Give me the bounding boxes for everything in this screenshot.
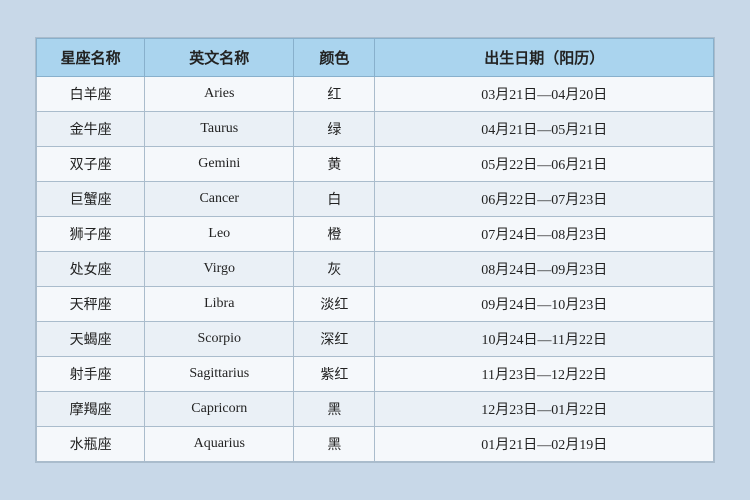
cell-chinese: 天秤座	[37, 287, 145, 322]
table-header-row: 星座名称 英文名称 颜色 出生日期（阳历）	[37, 39, 714, 77]
cell-date: 10月24日—11月22日	[375, 322, 714, 357]
table-row: 处女座Virgo灰08月24日—09月23日	[37, 252, 714, 287]
cell-english: Scorpio	[145, 322, 294, 357]
table-row: 双子座Gemini黄05月22日—06月21日	[37, 147, 714, 182]
cell-color: 灰	[294, 252, 375, 287]
cell-chinese: 狮子座	[37, 217, 145, 252]
cell-date: 06月22日—07月23日	[375, 182, 714, 217]
table-row: 射手座Sagittarius紫红11月23日—12月22日	[37, 357, 714, 392]
cell-chinese: 处女座	[37, 252, 145, 287]
cell-color: 白	[294, 182, 375, 217]
cell-date: 12月23日—01月22日	[375, 392, 714, 427]
cell-date: 05月22日—06月21日	[375, 147, 714, 182]
zodiac-table: 星座名称 英文名称 颜色 出生日期（阳历） 白羊座Aries红03月21日—04…	[36, 38, 714, 462]
cell-color: 橙	[294, 217, 375, 252]
cell-date: 08月24日—09月23日	[375, 252, 714, 287]
cell-chinese: 金牛座	[37, 112, 145, 147]
cell-english: Virgo	[145, 252, 294, 287]
cell-chinese: 双子座	[37, 147, 145, 182]
header-date: 出生日期（阳历）	[375, 39, 714, 77]
table-row: 狮子座Leo橙07月24日—08月23日	[37, 217, 714, 252]
table-row: 天秤座Libra淡红09月24日—10月23日	[37, 287, 714, 322]
table-row: 天蝎座Scorpio深红10月24日—11月22日	[37, 322, 714, 357]
cell-color: 紫红	[294, 357, 375, 392]
table-row: 摩羯座Capricorn黑12月23日—01月22日	[37, 392, 714, 427]
cell-color: 深红	[294, 322, 375, 357]
cell-date: 09月24日—10月23日	[375, 287, 714, 322]
cell-color: 黑	[294, 392, 375, 427]
cell-english: Libra	[145, 287, 294, 322]
cell-color: 绿	[294, 112, 375, 147]
cell-chinese: 天蝎座	[37, 322, 145, 357]
table-row: 巨蟹座Cancer白06月22日—07月23日	[37, 182, 714, 217]
cell-color: 红	[294, 77, 375, 112]
zodiac-table-container: 星座名称 英文名称 颜色 出生日期（阳历） 白羊座Aries红03月21日—04…	[35, 37, 715, 463]
cell-color: 黑	[294, 427, 375, 462]
cell-english: Sagittarius	[145, 357, 294, 392]
table-row: 白羊座Aries红03月21日—04月20日	[37, 77, 714, 112]
cell-chinese: 白羊座	[37, 77, 145, 112]
table-row: 金牛座Taurus绿04月21日—05月21日	[37, 112, 714, 147]
table-body: 白羊座Aries红03月21日—04月20日金牛座Taurus绿04月21日—0…	[37, 77, 714, 462]
cell-chinese: 摩羯座	[37, 392, 145, 427]
header-english-name: 英文名称	[145, 39, 294, 77]
cell-color: 淡红	[294, 287, 375, 322]
cell-english: Aquarius	[145, 427, 294, 462]
cell-chinese: 水瓶座	[37, 427, 145, 462]
cell-date: 01月21日—02月19日	[375, 427, 714, 462]
cell-date: 07月24日—08月23日	[375, 217, 714, 252]
header-chinese-name: 星座名称	[37, 39, 145, 77]
cell-color: 黄	[294, 147, 375, 182]
cell-date: 03月21日—04月20日	[375, 77, 714, 112]
cell-english: Capricorn	[145, 392, 294, 427]
cell-chinese: 巨蟹座	[37, 182, 145, 217]
header-color: 颜色	[294, 39, 375, 77]
cell-english: Taurus	[145, 112, 294, 147]
cell-english: Cancer	[145, 182, 294, 217]
cell-chinese: 射手座	[37, 357, 145, 392]
cell-english: Leo	[145, 217, 294, 252]
cell-english: Aries	[145, 77, 294, 112]
table-row: 水瓶座Aquarius黑01月21日—02月19日	[37, 427, 714, 462]
cell-date: 04月21日—05月21日	[375, 112, 714, 147]
cell-date: 11月23日—12月22日	[375, 357, 714, 392]
cell-english: Gemini	[145, 147, 294, 182]
